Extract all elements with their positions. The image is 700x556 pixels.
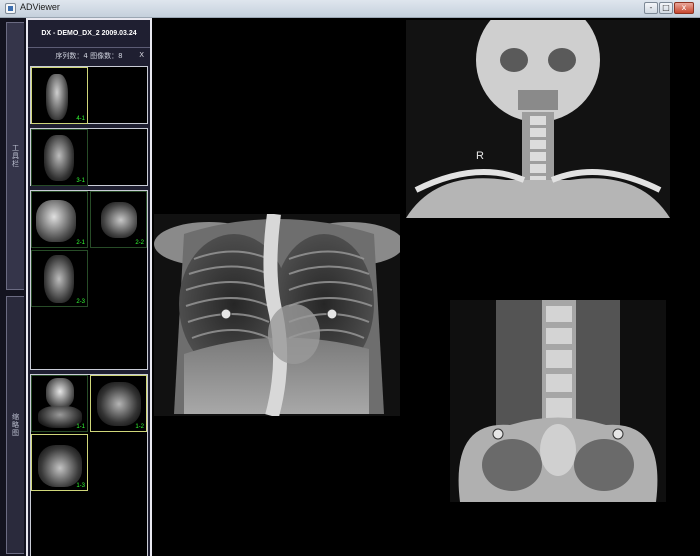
- thumbnail-3-1[interactable]: 3-1: [31, 129, 88, 186]
- xray-cervical-image[interactable]: R: [406, 20, 670, 218]
- series-group-1: 1-1 1-2 1-3: [30, 374, 148, 556]
- maximize-button[interactable]: □: [659, 2, 673, 14]
- minimize-button[interactable]: -: [644, 2, 658, 14]
- tab-thumbnails[interactable]: 缩略图: [6, 296, 24, 554]
- series-summary: 序列数：4 图像数：8 X: [28, 48, 150, 64]
- window-controls: - □ x: [643, 2, 694, 14]
- thumbnail-index: 2-1: [76, 240, 85, 246]
- thumbnail-index: 1-3: [76, 483, 85, 489]
- thumbnail-2-3[interactable]: 2-3: [31, 250, 88, 307]
- series-summary-text: 序列数：4 图像数：8: [55, 52, 123, 60]
- series-group-3: 3-1: [30, 128, 148, 186]
- xray-chest-image[interactable]: [154, 214, 400, 416]
- xray-chest-drawing: [154, 214, 400, 416]
- orientation-marker: R: [476, 150, 484, 162]
- app-icon: [5, 3, 16, 14]
- thumbnail-index: 1-1: [76, 424, 85, 430]
- thumbnail-2-1[interactable]: 2-1: [31, 191, 88, 248]
- close-panel-button[interactable]: X: [139, 51, 144, 59]
- tab-toolbar[interactable]: 工具栏: [6, 22, 24, 290]
- thumbnail-2-2[interactable]: 2-2: [90, 191, 147, 248]
- thumbnail-1-2[interactable]: 1-2: [90, 375, 147, 432]
- series-group-2: 2-1 2-2 2-3: [30, 190, 148, 370]
- thumbnail-index: 2-2: [135, 240, 144, 246]
- xray-cervical-drawing: [406, 20, 670, 218]
- series-panel: DX - DEMO_DX_2 2009.03.24 序列数：4 图像数：8 X …: [26, 18, 152, 556]
- tab-rail: 工具栏 缩略图: [0, 18, 26, 556]
- thumbnail-index: 3-1: [76, 178, 85, 184]
- window-titlebar: ADViewer - □ x: [0, 0, 700, 18]
- window-title: ADViewer: [20, 2, 60, 12]
- series-group-4: 4-1: [30, 66, 148, 124]
- thumbnail-index: 4-1: [76, 116, 85, 122]
- thumbnail-4-1[interactable]: 4-1: [31, 67, 88, 124]
- thumbnail-1-3[interactable]: 1-3: [31, 434, 88, 491]
- image-viewer[interactable]: R: [152, 18, 700, 556]
- xray-lumbar-drawing: [450, 300, 666, 502]
- thumbnail-index: 1-2: [135, 424, 144, 430]
- study-header: DX - DEMO_DX_2 2009.03.24: [28, 20, 150, 48]
- xray-lumbar-image[interactable]: [450, 300, 666, 502]
- tab-thumbnails-label: 缩略图: [11, 413, 20, 437]
- close-window-button[interactable]: x: [674, 2, 694, 14]
- tab-toolbar-label: 工具栏: [11, 144, 20, 168]
- thumbnail-index: 2-3: [76, 299, 85, 305]
- thumbnail-1-1[interactable]: 1-1: [31, 375, 88, 432]
